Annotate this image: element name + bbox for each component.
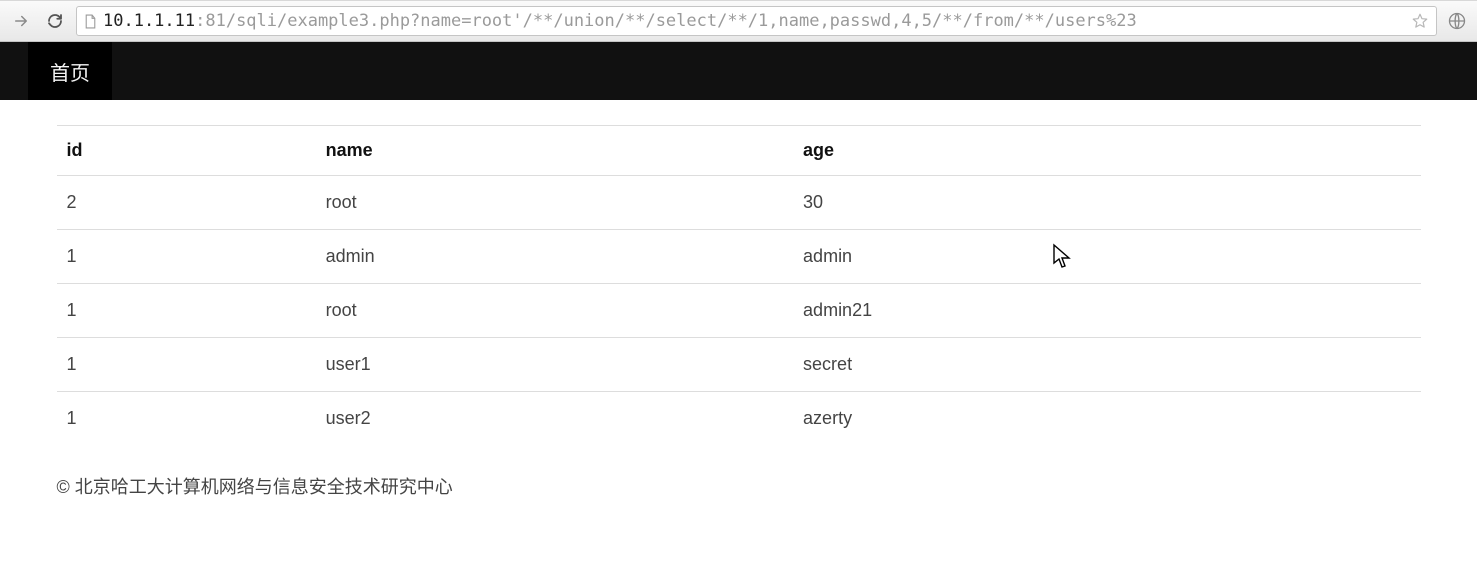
cell-age: admin21	[793, 284, 1420, 338]
cell-name: root	[316, 176, 793, 230]
table-row: 1adminadmin	[57, 230, 1421, 284]
results-table: id name age 2root301adminadmin1rootadmin…	[57, 125, 1421, 445]
cell-name: root	[316, 284, 793, 338]
cell-age: admin	[793, 230, 1420, 284]
col-name: name	[316, 126, 793, 176]
url-host: 10.1.1.11	[103, 11, 195, 31]
table-row: 1user1secret	[57, 338, 1421, 392]
page-container: id name age 2root301adminadmin1rootadmin…	[29, 100, 1449, 529]
cell-age: 30	[793, 176, 1420, 230]
site-navbar: 首页	[0, 42, 1477, 100]
table-header-row: id name age	[57, 126, 1421, 176]
address-bar[interactable]: 10.1.1.11:81/sqli/example3.php?name=root…	[76, 6, 1437, 36]
cell-name: admin	[316, 230, 793, 284]
footer-copyright: © 北京哈工大计算机网络与信息安全技术研究中心	[57, 473, 1421, 499]
table-row: 1rootadmin21	[57, 284, 1421, 338]
cell-name: user2	[316, 392, 793, 446]
cell-id: 1	[57, 284, 316, 338]
col-age: age	[793, 126, 1420, 176]
cell-id: 1	[57, 392, 316, 446]
browser-toolbar: 10.1.1.11:81/sqli/example3.php?name=root…	[0, 0, 1477, 42]
table-row: 2root30	[57, 176, 1421, 230]
forward-arrow-icon[interactable]	[8, 8, 34, 34]
cell-id: 2	[57, 176, 316, 230]
url-text: 10.1.1.11:81/sqli/example3.php?name=root…	[103, 11, 1404, 31]
col-id: id	[57, 126, 316, 176]
table-row: 1user2azerty	[57, 392, 1421, 446]
url-path: :81/sqli/example3.php?name=root'/**/unio…	[195, 11, 1137, 31]
cell-id: 1	[57, 338, 316, 392]
cell-age: azerty	[793, 392, 1420, 446]
bookmark-star-icon[interactable]	[1410, 11, 1430, 31]
nav-home[interactable]: 首页	[28, 42, 112, 100]
globe-icon[interactable]	[1445, 9, 1469, 33]
cell-age: secret	[793, 338, 1420, 392]
cell-id: 1	[57, 230, 316, 284]
page-icon	[83, 13, 97, 29]
reload-icon[interactable]	[42, 8, 68, 34]
cell-name: user1	[316, 338, 793, 392]
